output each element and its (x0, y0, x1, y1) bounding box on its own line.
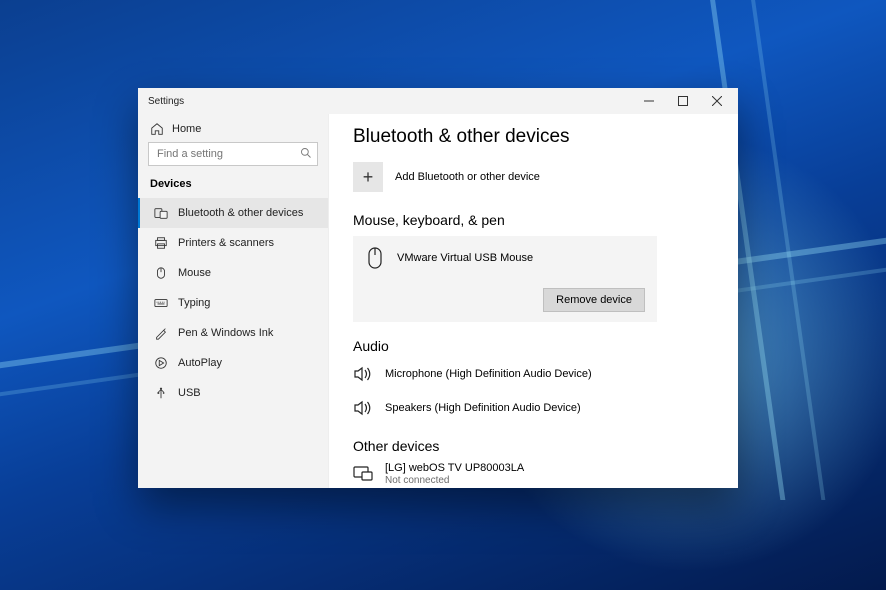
sidebar-nav: Bluetooth & other devices Printers & sca… (138, 198, 328, 408)
pen-icon (154, 326, 168, 340)
search-container (138, 142, 328, 174)
other-device-list: [LG] webOS TV UP80003LA Not connected [L… (353, 462, 710, 488)
sidebar-item-label: Printers & scanners (178, 237, 274, 249)
bluetooth-devices-icon (154, 206, 168, 220)
sidebar-item-printers[interactable]: Printers & scanners (138, 228, 328, 258)
autoplay-icon (154, 356, 168, 370)
sidebar-item-usb[interactable]: USB (138, 378, 328, 408)
settings-window: Settings Home (138, 88, 738, 488)
sidebar-item-autoplay[interactable]: AutoPlay (138, 348, 328, 378)
page-title: Bluetooth & other devices (353, 126, 710, 148)
device-name: [LG] webOS TV UP80003LA (385, 462, 524, 474)
speaker-icon (353, 396, 373, 420)
sidebar-item-label: AutoPlay (178, 357, 222, 369)
window-close-button[interactable] (700, 88, 734, 114)
window-maximize-button[interactable] (666, 88, 700, 114)
mouse-icon (365, 246, 385, 270)
plus-icon: + (353, 162, 383, 192)
sidebar-item-label: Typing (178, 297, 210, 309)
group-title-mouse-keyboard-pen: Mouse, keyboard, & pen (353, 212, 710, 228)
add-device-button[interactable]: + Add Bluetooth or other device (353, 162, 710, 192)
tv-icon (353, 462, 373, 486)
device-name: Microphone (High Definition Audio Device… (385, 368, 592, 380)
sidebar-item-mouse[interactable]: Mouse (138, 258, 328, 288)
sidebar-item-label: Bluetooth & other devices (178, 207, 303, 219)
keyboard-icon (154, 296, 168, 310)
device-status: Not connected (385, 475, 524, 486)
mouse-icon (154, 266, 168, 280)
sidebar-item-typing[interactable]: Typing (138, 288, 328, 318)
device-name: VMware Virtual USB Mouse (397, 252, 533, 264)
selected-device-card[interactable]: VMware Virtual USB Mouse Remove device (353, 236, 657, 322)
group-title-other: Other devices (353, 438, 710, 454)
search-input[interactable] (148, 142, 318, 166)
usb-icon (154, 386, 168, 400)
list-item[interactable]: [LG] webOS TV UP80003LA Not connected (353, 462, 710, 486)
remove-device-button[interactable]: Remove device (543, 288, 645, 312)
sidebar-item-label: Mouse (178, 267, 211, 279)
desktop-wallpaper: Settings Home (0, 0, 886, 590)
sidebar-item-label: USB (178, 387, 201, 399)
navigation-sidebar: Home Devices Bluetooth & other devices (138, 114, 329, 488)
home-icon (150, 122, 164, 136)
audio-device-list: Microphone (High Definition Audio Device… (353, 362, 710, 420)
sidebar-item-label: Pen & Windows Ink (178, 327, 273, 339)
list-item[interactable]: Microphone (High Definition Audio Device… (353, 362, 710, 386)
printer-icon (154, 236, 168, 250)
search-icon (300, 147, 312, 162)
device-name: Speakers (High Definition Audio Device) (385, 402, 581, 414)
main-content: Bluetooth & other devices + Add Bluetoot… (329, 114, 738, 488)
speaker-icon (353, 362, 373, 386)
window-titlebar[interactable]: Settings (138, 88, 738, 114)
window-title: Settings (148, 96, 632, 107)
window-minimize-button[interactable] (632, 88, 666, 114)
list-item[interactable]: Speakers (High Definition Audio Device) (353, 396, 710, 420)
add-device-label: Add Bluetooth or other device (395, 171, 540, 183)
sidebar-section-label: Devices (138, 174, 328, 198)
sidebar-item-bluetooth[interactable]: Bluetooth & other devices (138, 198, 328, 228)
home-nav-item[interactable]: Home (138, 114, 328, 142)
home-label: Home (172, 123, 201, 135)
group-title-audio: Audio (353, 338, 710, 354)
sidebar-item-pen[interactable]: Pen & Windows Ink (138, 318, 328, 348)
